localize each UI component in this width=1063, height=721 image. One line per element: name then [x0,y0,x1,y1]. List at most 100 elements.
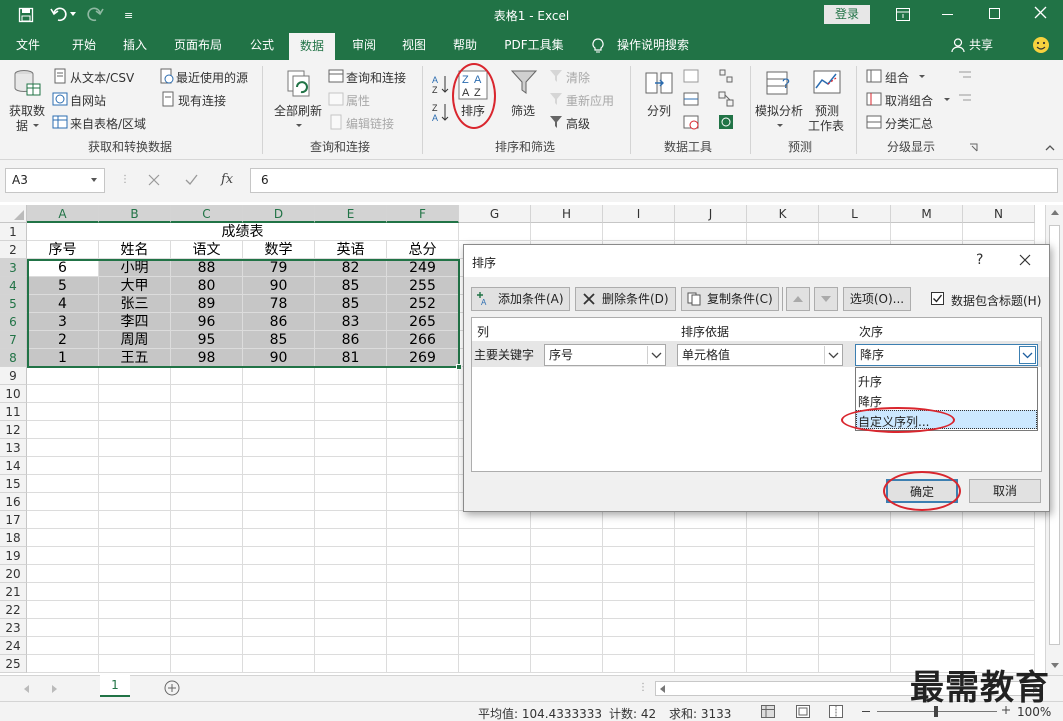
cell[interactable] [603,565,675,583]
has-header-label[interactable]: 数据包含标题(H) [951,292,1041,309]
cell[interactable] [171,385,243,403]
cell[interactable] [603,655,675,673]
cell[interactable] [27,637,99,655]
dialog-close-icon[interactable] [1019,254,1031,266]
cell[interactable] [99,529,171,547]
cell[interactable] [531,655,603,673]
cell[interactable] [675,565,747,583]
queries-connections-button[interactable]: 查询和连接 [346,69,406,86]
cell[interactable] [171,637,243,655]
tab-review[interactable]: 审阅 [342,30,386,60]
row-header-18[interactable]: 18 [0,529,27,547]
from-table-range-button[interactable]: 来自表格/区域 [70,115,146,132]
forecast-sheet-icon[interactable] [812,68,842,98]
cell[interactable] [747,619,819,637]
cell[interactable] [99,619,171,637]
cell[interactable] [243,421,315,439]
cell[interactable] [387,367,459,385]
cell[interactable] [747,529,819,547]
tab-tell-me[interactable]: 操作说明搜索 [612,30,694,60]
next-sheet-icon[interactable] [52,685,57,693]
cell[interactable] [243,619,315,637]
cell[interactable] [963,619,1035,637]
cell[interactable] [819,223,891,241]
cell[interactable] [315,565,387,583]
cell[interactable] [315,385,387,403]
cell[interactable] [27,547,99,565]
minimize-icon[interactable] [942,14,953,15]
refresh-all-icon[interactable] [284,68,314,98]
cell[interactable] [675,583,747,601]
cell[interactable] [891,601,963,619]
cell[interactable] [747,601,819,619]
row-header-12[interactable]: 12 [0,421,27,439]
cell[interactable] [99,421,171,439]
cell[interactable] [387,511,459,529]
cell[interactable] [747,637,819,655]
cell[interactable] [891,223,963,241]
zoom-out-icon[interactable] [862,711,870,712]
cell[interactable] [99,475,171,493]
cell[interactable] [387,655,459,673]
cell[interactable] [315,511,387,529]
share-button[interactable]: 共享 [966,30,996,60]
column-header-n[interactable]: N [963,205,1035,223]
cell[interactable] [387,565,459,583]
sheet-bar-splitter[interactable]: ⋮ [638,682,648,693]
cell[interactable] [459,583,531,601]
cell[interactable] [603,223,675,241]
sort-ascending-icon[interactable]: AZ [432,74,450,94]
cell[interactable] [387,439,459,457]
dialog-help-button[interactable]: ? [976,252,983,268]
cell[interactable] [459,637,531,655]
chevron-down-icon[interactable] [824,346,841,364]
cell[interactable] [315,655,387,673]
cell[interactable] [99,601,171,619]
cell[interactable] [531,619,603,637]
cell[interactable] [243,637,315,655]
cell[interactable] [747,223,819,241]
name-box[interactable]: A3 [5,168,105,193]
subtotal-button[interactable]: 分类汇总 [885,115,933,132]
column-header-i[interactable]: I [603,205,675,223]
add-sheet-icon[interactable] [164,680,180,696]
row-header-19[interactable]: 19 [0,547,27,565]
cell[interactable] [315,529,387,547]
chevron-down-icon[interactable] [91,178,97,182]
cell[interactable] [27,367,99,385]
cell[interactable] [243,511,315,529]
column-header-e[interactable]: E [315,205,387,223]
column-header-l[interactable]: L [819,205,891,223]
cell[interactable] [603,547,675,565]
cell[interactable] [891,637,963,655]
cell[interactable] [99,403,171,421]
cell[interactable] [315,493,387,511]
cell[interactable] [963,511,1035,529]
cell[interactable] [315,475,387,493]
cell[interactable] [531,511,603,529]
cell[interactable] [171,511,243,529]
cell[interactable] [171,403,243,421]
cell[interactable] [27,529,99,547]
ungroup-button[interactable]: 取消组合 [885,92,933,109]
cell[interactable] [243,655,315,673]
cell[interactable] [27,457,99,475]
tab-formulas[interactable]: 公式 [240,30,284,60]
cell[interactable] [603,619,675,637]
cell[interactable] [315,601,387,619]
row-header-10[interactable]: 10 [0,385,27,403]
cell[interactable] [963,547,1035,565]
cell[interactable] [99,493,171,511]
cell[interactable] [819,637,891,655]
cell[interactable] [675,601,747,619]
tab-help[interactable]: 帮助 [443,30,487,60]
cancel-entry-icon[interactable] [148,174,160,186]
scroll-thumb[interactable] [1049,225,1060,645]
cell[interactable] [459,601,531,619]
cell[interactable] [99,637,171,655]
cell[interactable] [891,511,963,529]
cell[interactable] [315,637,387,655]
cell[interactable] [243,385,315,403]
flash-fill-icon[interactable] [683,68,699,84]
from-text-csv-button[interactable]: 从文本/CSV [70,69,134,86]
